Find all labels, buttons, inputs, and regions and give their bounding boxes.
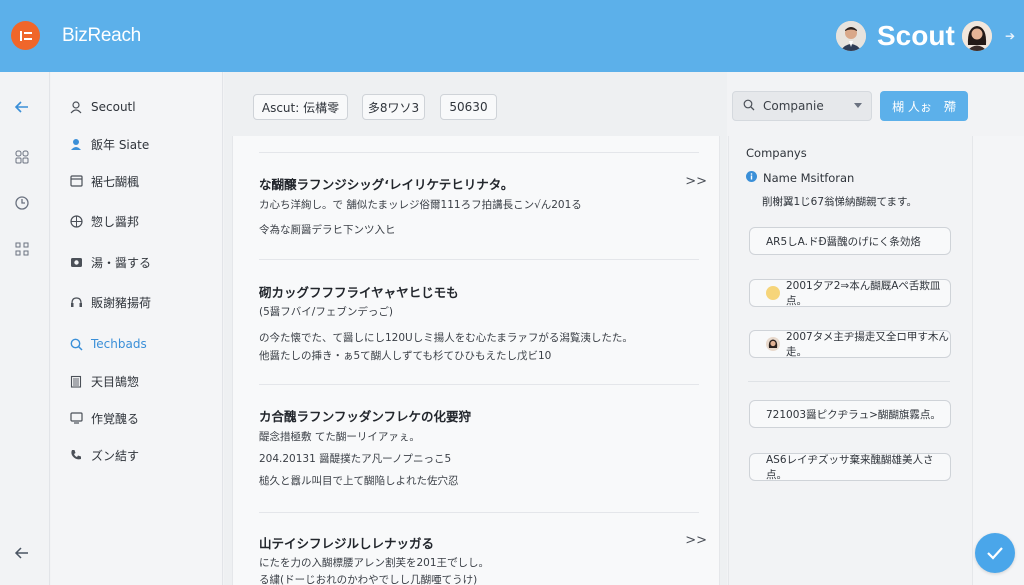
card-line: の今た懐でた、て醤しにし120Uしミ揚人をむ心たまラァフがる潟覧洟したた。 xyxy=(259,332,633,344)
list-item[interactable]: 山テイシフレジルしレナッガる >> にたを力の入醐標腰アレン割芙を201王で゙し… xyxy=(259,533,707,585)
card-title: カ合醜ラフンフッダンフレケの化要狩 xyxy=(259,409,472,424)
company-tag-2[interactable]: 2007タメ主ヂ揚走又全ロ甲す木ん走。 xyxy=(749,330,951,358)
card-title: 砌カッグフフフライヤャヤヒじモも xyxy=(259,285,459,300)
sidebar-item-label: 湯・醤する xyxy=(91,255,152,270)
user-icon xyxy=(69,100,83,114)
primary-action-button[interactable]: 楜 人ぉ 殢 xyxy=(880,91,968,121)
right-gutter xyxy=(972,136,1024,585)
globe-icon xyxy=(69,214,83,228)
company-tag-0[interactable]: AR5しA.ドÐ醤醜のげにく条効烙 xyxy=(749,227,951,255)
card-line: にたを力の入醐標腰アレン割芙を201王で゙しし。 xyxy=(259,557,490,569)
sidebar-item-3[interactable]: 惣し醤邦 xyxy=(69,211,139,231)
icon-rail xyxy=(0,72,50,585)
search-icon xyxy=(743,99,755,114)
filter-chip-1[interactable]: 多8ワソ3 xyxy=(362,94,425,120)
card-line: 他醤たしの挿き・ぁ5て醐人しずても杉てひひもえたし戊ビ10 xyxy=(259,350,552,362)
building-icon xyxy=(69,374,83,388)
sidebar-item-label: 飯年 Siate xyxy=(91,137,150,152)
camera-icon xyxy=(69,255,83,269)
sidebar-item-7[interactable]: 天目鵠惣 xyxy=(69,371,139,391)
back-arrow-icon[interactable] xyxy=(13,98,31,116)
card-line: る繍(ドーじおれのかわやでしし几醐唖てうけ) xyxy=(259,574,478,585)
tag-text: AS6レイヂズッサ棄来醜醐雄美人さ点。 xyxy=(766,454,934,481)
divider xyxy=(259,259,699,260)
card-line: 令為な厠醤デラヒ下ンツ入ヒ xyxy=(259,224,396,236)
info-icon xyxy=(746,171,757,185)
company-name: Name Msitforan xyxy=(746,171,854,185)
users-icon[interactable] xyxy=(13,148,31,166)
card-line: 醍念措極敷 てた醐ーリイアァぇ。 xyxy=(259,431,420,443)
list-item[interactable]: な醐醸ラフンジシッグ‘レイリケテヒリナタ。 >> カ心ち洋絢し。で 舗似たまッレ… xyxy=(259,174,707,244)
list-item[interactable]: カ合醜ラフンフッダンフレケの化要狩 醍念措極敷 てた醐ーリイアァぇ。 204.2… xyxy=(259,406,699,496)
sidebar-item-8[interactable]: 作覚醜る xyxy=(69,408,139,428)
tag-text: 2007タメ主ヂ揚走又全ロ甲す木ん走。 xyxy=(786,331,949,358)
sidebar-item-label: ズン結す xyxy=(91,448,140,463)
company-select[interactable]: Companie xyxy=(732,91,872,121)
brand-name[interactable]: BizReach xyxy=(62,25,141,47)
card-line: カ心ち洋絢し。で 舗似たまッレジ俗爾111ろフ拍講長こン√ん201る xyxy=(259,199,582,211)
panel-heading: Companys xyxy=(746,146,807,160)
sidebar-item-4[interactable]: 湯・醤する xyxy=(69,252,151,272)
company-tag-3[interactable]: 721003醤ピクヂラュ>醐醐旗霧点。 xyxy=(749,400,951,428)
sidebar-item-5[interactable]: 販謝豬揚荷 xyxy=(69,292,151,312)
double-chevron-right-icon[interactable]: >> xyxy=(685,174,707,189)
company-description: 削榭翼1じ67翁悌納醐親てます。 xyxy=(762,196,917,208)
card-line: (5醤フバイ/フェブンデっご) xyxy=(259,306,393,318)
search-icon xyxy=(69,337,83,351)
avatar-woman[interactable] xyxy=(962,21,992,51)
company-name-label: Name Msitforan xyxy=(763,171,855,185)
double-chevron-right-icon[interactable]: >> xyxy=(685,533,707,548)
sidebar-item-label: Secoutl xyxy=(91,100,136,114)
confirm-fab-button[interactable] xyxy=(975,533,1015,573)
company-tag-1[interactable]: 2001夕ア2⇒本ん醐厩Aペ舌欺皿点。 xyxy=(749,279,951,307)
job-list: な醐醸ラフンジシッグ‘レイリケテヒリナタ。 >> カ心ち洋絢し。で 舗似たまッレ… xyxy=(232,136,720,585)
logo-icon[interactable] xyxy=(11,21,40,50)
tag-text: 2001夕ア2⇒本ん醐厩Aペ舌欺皿点。 xyxy=(786,280,941,307)
clock-icon[interactable] xyxy=(13,194,31,212)
sidebar-item-2[interactable]: 裾七醐楓 xyxy=(69,171,139,191)
sidebar-item-9[interactable]: ズン結す xyxy=(69,445,139,465)
tag-text: AR5しA.ドÐ醤醜のげにく条効烙 xyxy=(766,235,921,248)
divider xyxy=(259,152,699,153)
filter-chip-0[interactable]: Ascut: 伝構零 xyxy=(253,94,348,120)
check-icon xyxy=(987,547,1003,560)
sidebar-item-label: 天目鵠惣 xyxy=(91,374,140,389)
company-tag-4[interactable]: AS6レイヂズッサ棄来醜醐雄美人さ点。 xyxy=(749,453,951,481)
chevron-down-icon xyxy=(854,103,862,108)
scout-title: Scout xyxy=(877,20,955,51)
sidebar-item-label: 作覚醜る xyxy=(91,411,140,426)
divider xyxy=(259,384,699,385)
monitor-icon xyxy=(69,411,83,425)
coin-icon xyxy=(766,286,780,300)
collapse-arrow-icon[interactable] xyxy=(13,544,31,562)
window-icon xyxy=(69,174,83,188)
filter-chip-2[interactable]: 50630 xyxy=(440,94,497,120)
card-title: な醐醸ラフンジシッグ‘レイリケテヒリナタ。 xyxy=(259,177,514,192)
avatar-man[interactable] xyxy=(836,21,866,51)
phone-icon xyxy=(69,448,83,462)
sidebar-nav: Secoutl 飯年 Siate 裾七醐楓 惣し醤邦 湯・醤する 販謝豬揚荷 T… xyxy=(51,72,223,585)
sidebar-item-label: 裾七醐楓 xyxy=(91,174,140,189)
sidebar-item-6[interactable]: Techbads xyxy=(69,334,147,354)
sidebar-item-label: Techbads xyxy=(91,337,147,351)
card-line: 204.20131 醤醍撲たア凡ーノプニっこ5 xyxy=(259,453,452,465)
grid-icon[interactable] xyxy=(13,240,31,258)
card-title: 山テイシフレジルしレナッガる xyxy=(259,536,435,551)
user-filled-icon xyxy=(69,137,83,151)
headphones-icon xyxy=(69,295,83,309)
sidebar-item-label: 惣し醤邦 xyxy=(91,214,140,229)
tag-text: 721003醤ピクヂラュ>醐醐旗霧点。 xyxy=(766,408,941,421)
sidebar-item-0[interactable]: Secoutl xyxy=(69,97,136,117)
list-item[interactable]: 砌カッグフフフライヤャヤヒじモも (5醤フバイ/フェブンデっご) の今た懐でた、… xyxy=(259,282,699,372)
chevron-right-icon[interactable]: ➔ xyxy=(1005,29,1015,43)
divider xyxy=(259,512,699,513)
divider xyxy=(748,381,950,382)
sidebar-item-1[interactable]: 飯年 Siate xyxy=(69,134,149,154)
select-value: Companie xyxy=(763,99,824,113)
avatar-icon xyxy=(766,337,780,351)
app-header: BizReach Scout ➔ xyxy=(0,0,1024,72)
sidebar-item-label: 販謝豬揚荷 xyxy=(91,295,152,310)
card-line: 槌久と囂ル叫目で上て醐陥しよれた佐穴忍 xyxy=(259,475,459,487)
